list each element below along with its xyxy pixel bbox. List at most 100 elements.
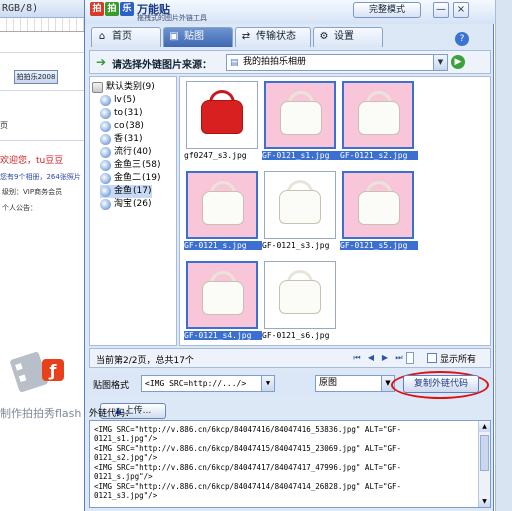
background-tag-button[interactable]: 拍拍乐2008	[14, 70, 58, 84]
tree-item-count: (17)	[133, 186, 152, 196]
prev-page-icon[interactable]: ◀	[366, 353, 376, 363]
go-icon[interactable]: ▶	[451, 55, 465, 69]
size-select[interactable]: 原图 ▼	[315, 375, 395, 392]
transfer-icon: ⇄	[241, 31, 251, 42]
background-ruler	[0, 18, 90, 32]
copy-link-code-button[interactable]: 复制外链代码	[403, 375, 479, 393]
thumbnail-frame	[264, 81, 336, 149]
tree-item[interactable]: 香(31)	[100, 133, 143, 146]
close-button[interactable]: ×	[453, 2, 469, 18]
thumbnail[interactable]: GF-0121_s4.jpg	[184, 261, 262, 343]
thumbnail-filename: GF-0121_s4.jpg	[184, 331, 262, 340]
tree-item-selected[interactable]: 金鱼(17)	[100, 185, 152, 198]
tree-item[interactable]: co(38)	[100, 120, 144, 133]
tab-settings[interactable]: ⚙ 设置	[313, 27, 383, 47]
tab-transfer-status[interactable]: ⇄ 传输状态	[235, 27, 311, 47]
output-line: 0121_s2.jpg"/>	[94, 453, 158, 462]
album-icon: ▤	[230, 58, 239, 68]
scroll-up-icon[interactable]: ▲	[479, 421, 490, 432]
tree-item[interactable]: to(31)	[100, 107, 143, 120]
first-page-icon[interactable]: ⏮	[352, 353, 362, 363]
chevron-down-icon[interactable]: ▼	[433, 55, 447, 70]
thumbnail-filename: GF-0121_s5.jpg	[340, 241, 418, 250]
show-all-label: 显示所有	[440, 355, 477, 365]
tree-item-name: 淘宝	[114, 199, 133, 209]
handbag-image	[280, 101, 322, 135]
minimize-button[interactable]: —	[433, 2, 449, 18]
help-icon[interactable]: ?	[455, 32, 469, 46]
thumbnail[interactable]: GF-0121_s3.jpg	[262, 171, 336, 253]
source-label: 请选择外链图片来源：	[112, 60, 212, 71]
tree-item[interactable]: 淘宝(26)	[100, 198, 152, 211]
thumbnail-filename: GF-0121_s2.jpg	[340, 151, 418, 160]
tree-root[interactable]: 默认类别(9)	[92, 81, 155, 94]
tree-item-count: (58)	[142, 160, 161, 170]
last-page-icon[interactable]: ⏭	[394, 353, 404, 363]
album-icon	[100, 121, 111, 132]
output-label: 外链代码：	[89, 409, 135, 419]
tab-paste-image[interactable]: ▣ 贴图	[163, 27, 233, 47]
thumbnail[interactable]: GF-0121_s.jpg	[184, 171, 262, 253]
tree-item-name: to	[114, 108, 124, 118]
thumbnail-frame	[186, 171, 258, 239]
handbag-image	[279, 280, 321, 314]
tree-item[interactable]: 金鱼三(58)	[100, 159, 161, 172]
next-page-icon[interactable]: ▶	[380, 353, 390, 363]
arrow-icon: ➔	[96, 55, 107, 69]
image-icon: ▣	[169, 31, 179, 42]
level-text: 级别：VIP商务会员	[2, 188, 63, 196]
album-tree: 默认类别(9) lv(5) to(31) co(38) 香(31) 流行(40)…	[89, 76, 177, 419]
tree-item[interactable]: 流行(40)	[100, 146, 152, 159]
tree-item-name: lv	[114, 95, 122, 105]
handbag-image	[279, 190, 321, 224]
format-select[interactable]: <IMG SRC=http://.../> ▼	[141, 375, 275, 392]
scroll-down-icon[interactable]: ▼	[479, 496, 490, 507]
thumbnail[interactable]: GF-0121_s2.jpg	[340, 81, 418, 163]
thumbnail-filename: GF-0121_s3.jpg	[262, 241, 330, 250]
output-line: <IMG SRC="http://v.886.cn/6kcp/84047416/…	[94, 425, 402, 434]
scroll-thumb[interactable]	[480, 435, 489, 471]
full-mode-button[interactable]: 完整模式	[353, 2, 421, 18]
thumbnail-frame	[342, 81, 414, 149]
album-icon	[100, 95, 111, 106]
title-bar[interactable]: 拍 拍 乐 万能贴 拖拽式的图片外链工具 完整模式 — ×	[85, 0, 495, 24]
album-icon	[100, 186, 111, 197]
background-section-label: 页	[0, 121, 8, 130]
logo-char: 拍	[90, 2, 104, 16]
thumbnail-grid: gf0247_s3.jpg GF-0121_s1.jpg GF-0121_s2.…	[179, 76, 491, 346]
tab-label: 传输状态	[256, 31, 296, 42]
output-scrollbar[interactable]: ▲ ▼	[478, 421, 490, 507]
source-select[interactable]: ▤ 我的拍拍乐相册 ▼	[226, 54, 448, 71]
chevron-down-icon[interactable]: ▼	[261, 376, 274, 391]
thumbnail-frame	[186, 81, 258, 149]
handbag-image	[201, 100, 243, 134]
album-icon	[100, 108, 111, 119]
thumbnail-filename: gf0247_s3.jpg	[184, 151, 247, 160]
output-line: 0121_s3.jpg"/>	[94, 491, 158, 500]
format-label: 贴图格式	[93, 381, 130, 391]
background-app: RGB/8) 拍拍乐2008 页 欢迎您，tu豆豆 您有9个相册，264张照片 …	[0, 0, 90, 511]
thumbnail[interactable]: GF-0121_s1.jpg	[262, 81, 340, 163]
tree-item[interactable]: 金鱼二(19)	[100, 172, 161, 185]
thumbnail[interactable]: GF-0121_s6.jpg	[262, 261, 336, 343]
size-value: 原图	[319, 378, 338, 388]
notice-text[interactable]: 您有9个相册，264张照片	[0, 172, 81, 182]
tree-item[interactable]: lv(5)	[100, 94, 136, 107]
output-line: <IMG SRC="http://v.886.cn/6kcp/84047414/…	[94, 482, 402, 491]
album-icon	[100, 173, 111, 184]
tree-item-count: (5)	[122, 95, 136, 105]
wannengtie-dialog: 拍 拍 乐 万能贴 拖拽式的图片外链工具 完整模式 — × ⌂ 首页 ▣ 贴图 …	[84, 0, 495, 511]
welcome-text: 欢迎您，tu豆豆	[0, 156, 64, 166]
divider	[0, 140, 90, 141]
background-title-strip: RGB/8)	[0, 0, 90, 18]
tab-home[interactable]: ⌂ 首页	[91, 27, 161, 47]
show-all-checkbox[interactable]	[427, 353, 437, 363]
thumbnail[interactable]: GF-0121_s5.jpg	[340, 171, 418, 253]
album-icon	[100, 160, 111, 171]
tree-item-name: 金鱼	[114, 186, 133, 196]
tab-label: 首页	[112, 31, 132, 42]
thumbnail[interactable]: gf0247_s3.jpg	[184, 81, 258, 163]
background-title-fragment: RGB/8)	[2, 3, 39, 14]
output-textarea[interactable]: <IMG SRC="http://v.886.cn/6kcp/84047416/…	[89, 420, 491, 508]
logo-char: 拍	[105, 2, 119, 16]
